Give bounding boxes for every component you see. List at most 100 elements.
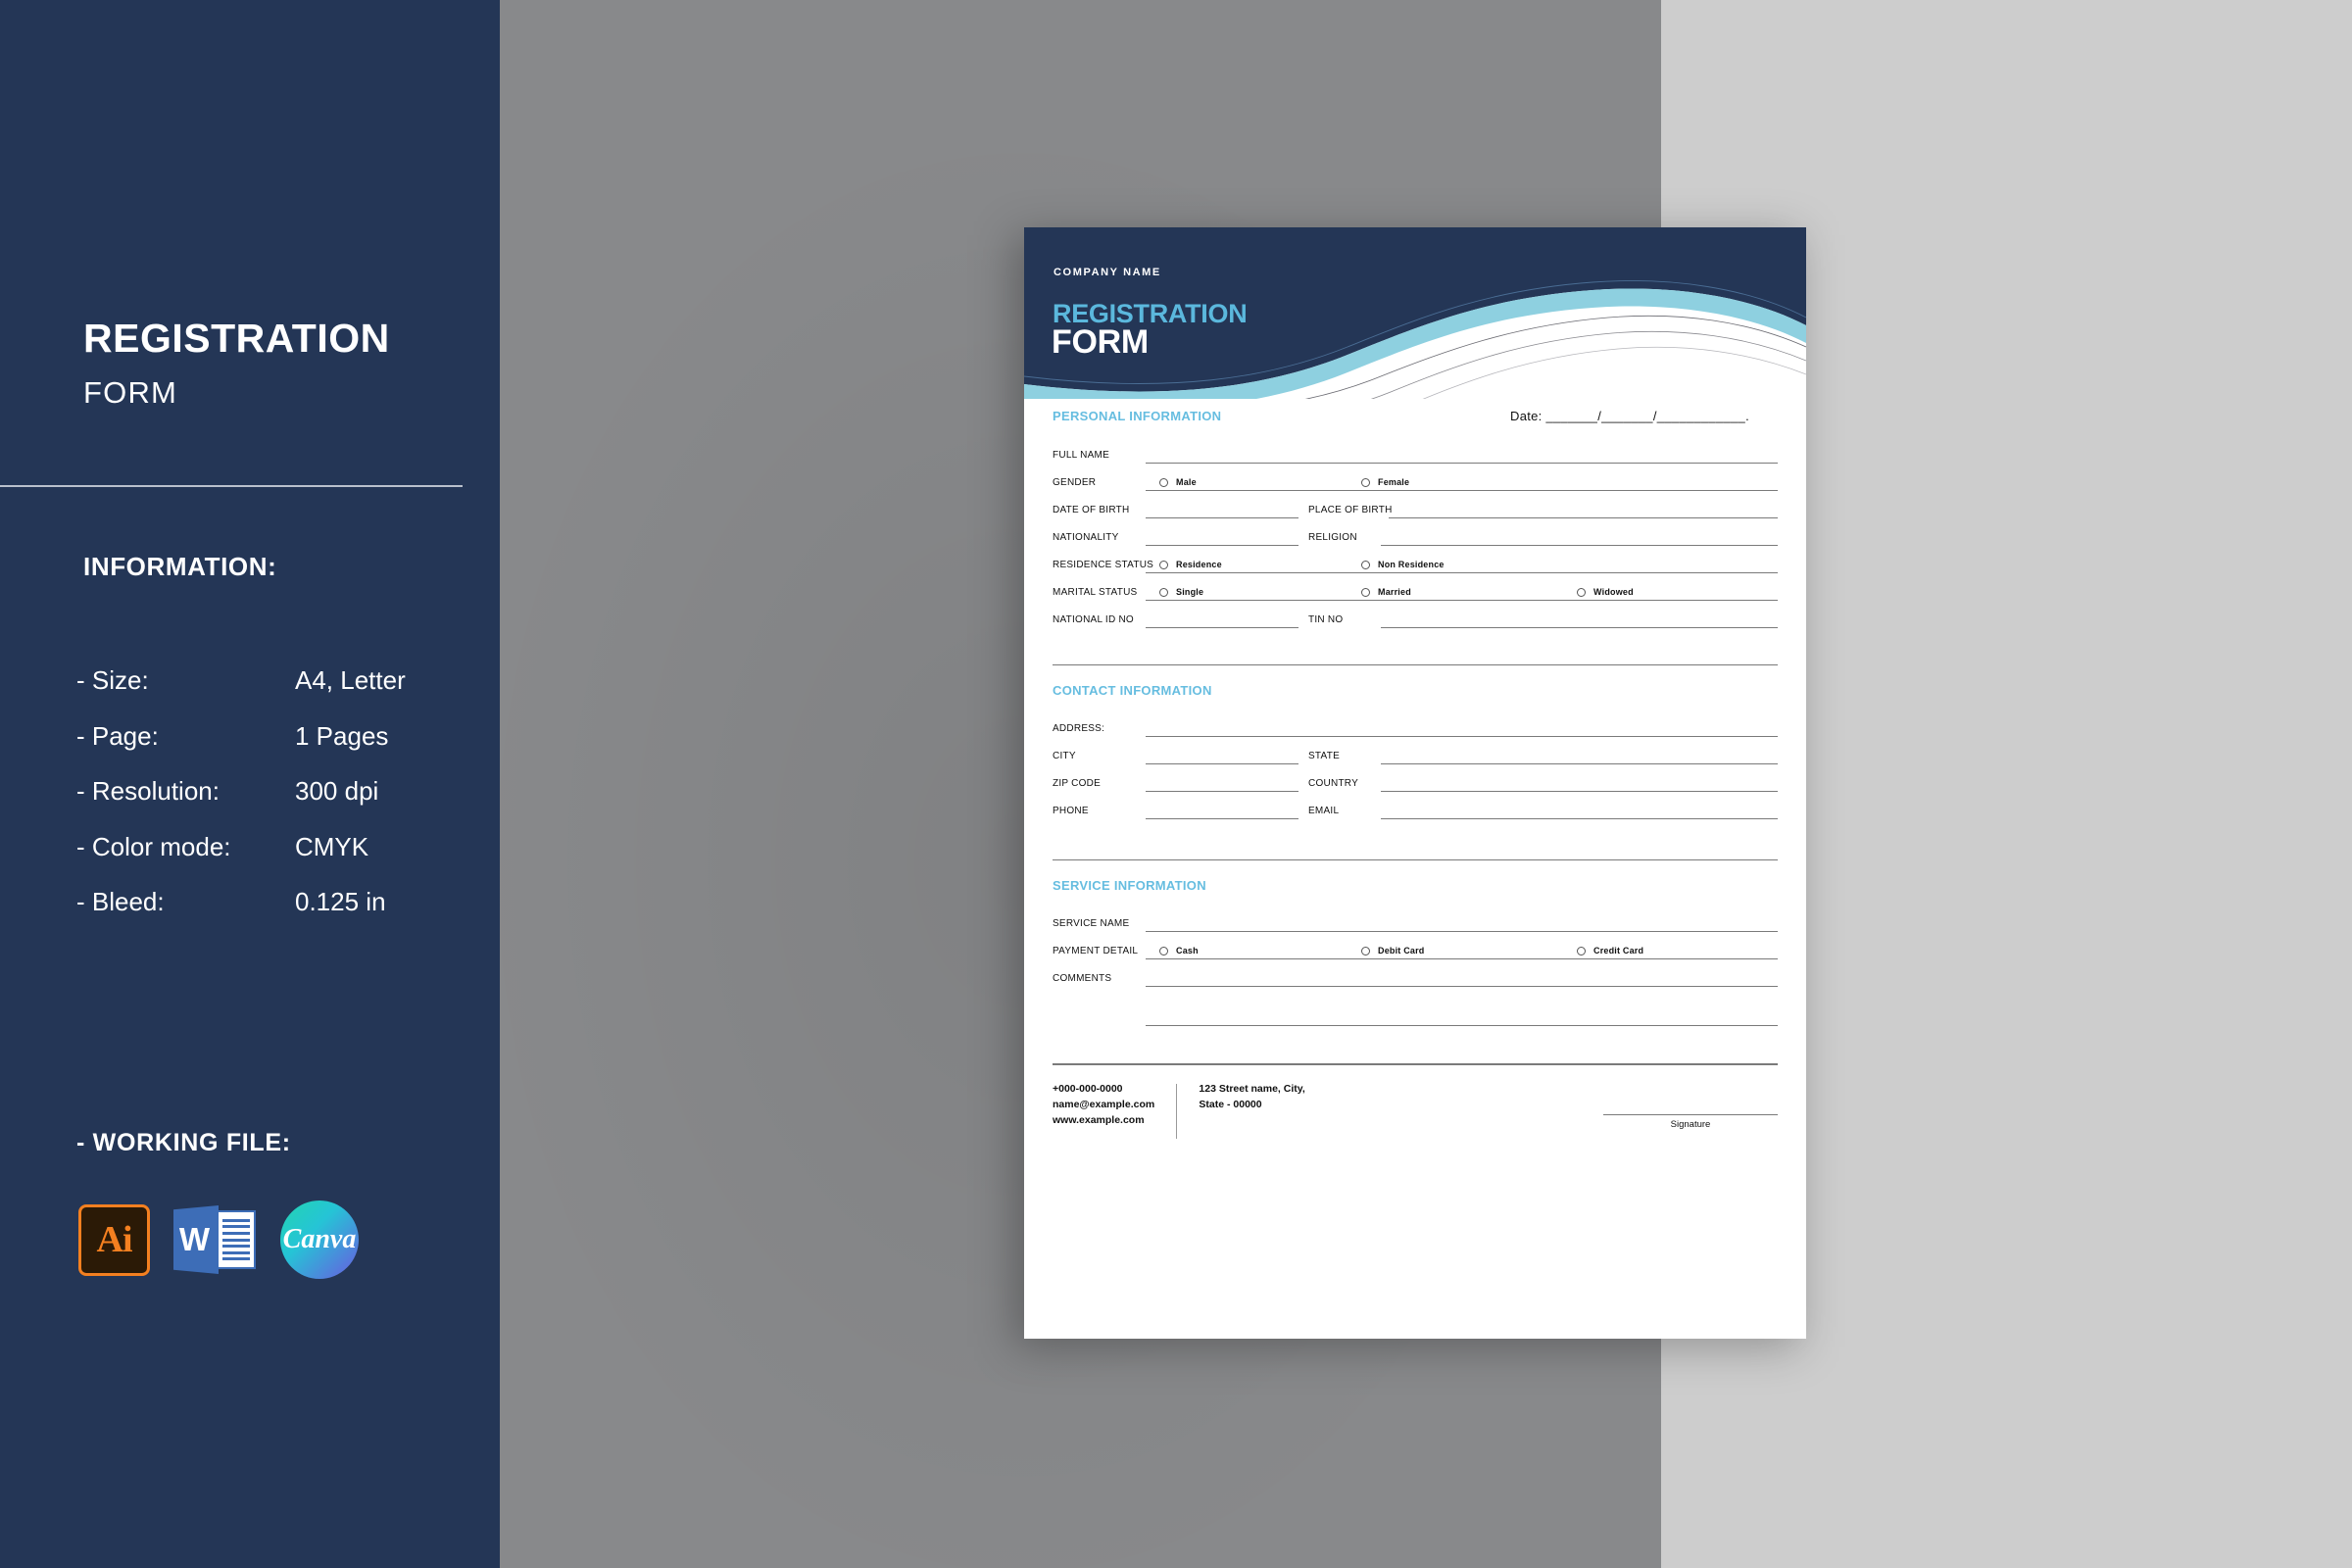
- footer-email: name@example.com: [1053, 1098, 1155, 1110]
- signature-line[interactable]: [1603, 1113, 1778, 1115]
- radio-icon[interactable]: [1577, 946, 1586, 956]
- working-file-icons: Ai W Canva: [78, 1200, 359, 1279]
- radio-icon[interactable]: [1159, 560, 1168, 569]
- payment-detail-row: PAYMENT DETAIL Cash Debit Card Credit Ca…: [1053, 934, 1778, 960]
- payment-detail-label: PAYMENT DETAIL: [1053, 946, 1139, 957]
- state-label: STATE: [1308, 751, 1340, 762]
- national-id-row: NATIONAL ID NO TIN NO: [1053, 603, 1778, 628]
- contact-information-heading: CONTACT INFORMATION: [1053, 683, 1212, 699]
- place-of-birth-label: PLACE OF BIRTH: [1308, 505, 1393, 515]
- country-input[interactable]: [1381, 776, 1778, 793]
- option-label: Married: [1378, 587, 1411, 597]
- contact-information-section: CONTACT INFORMATION ADDRESS: CITY STATE …: [1024, 665, 1806, 820]
- info-value: 300 dpi: [295, 776, 379, 806]
- residence-option-residence[interactable]: Residence: [1159, 560, 1222, 569]
- info-key: - Color mode:: [76, 831, 231, 861]
- info-sidebar: REGISTRATION FORM INFORMATION: - Size: A…: [0, 0, 500, 1568]
- comments-input-line-1[interactable]: [1146, 971, 1778, 988]
- residence-option-non-residence[interactable]: Non Residence: [1361, 560, 1445, 569]
- personal-information-section: PERSONAL INFORMATION Date: _______/_____…: [1024, 399, 1806, 628]
- gender-options: Male Female: [1146, 473, 1778, 491]
- info-value: 0.125 in: [295, 887, 386, 916]
- document-body: PERSONAL INFORMATION Date: _______/_____…: [1024, 399, 1806, 1139]
- sidebar-title: REGISTRATION: [83, 316, 390, 361]
- form-title-bottom: FORM: [1052, 323, 1149, 361]
- radio-icon[interactable]: [1361, 560, 1370, 569]
- option-label: Male: [1176, 477, 1197, 487]
- footer-website: www.example.com: [1053, 1114, 1145, 1127]
- radio-icon[interactable]: [1159, 477, 1168, 487]
- comments-row-2: [1053, 1001, 1778, 1027]
- nationality-input[interactable]: [1146, 530, 1298, 546]
- gender-option-female[interactable]: Female: [1361, 477, 1409, 487]
- company-name: COMPANY NAME: [1054, 267, 1161, 278]
- sidebar-info-list: - Size: A4, Letter - Page: 1 Pages - Res…: [76, 664, 468, 942]
- city-input[interactable]: [1146, 749, 1298, 765]
- radio-icon[interactable]: [1159, 946, 1168, 956]
- signature-block: Signature: [1603, 1081, 1778, 1130]
- state-input[interactable]: [1381, 749, 1778, 765]
- tin-input[interactable]: [1381, 612, 1778, 628]
- microsoft-word-icon: W: [173, 1201, 257, 1278]
- service-name-label: SERVICE NAME: [1053, 918, 1130, 930]
- option-label: Cash: [1176, 946, 1199, 956]
- email-label: EMAIL: [1308, 806, 1340, 817]
- option-label: Female: [1378, 477, 1410, 487]
- address-input[interactable]: [1146, 721, 1778, 738]
- info-value: A4, Letter: [295, 665, 406, 695]
- sidebar-information-heading: INFORMATION:: [83, 552, 277, 581]
- option-label: Widowed: [1593, 587, 1634, 597]
- residence-options: Residence Non Residence: [1146, 556, 1778, 573]
- list-item: - Size: A4, Letter: [76, 664, 468, 697]
- sidebar-divider: [0, 485, 463, 487]
- info-value: 1 Pages: [295, 720, 389, 751]
- phone-input[interactable]: [1146, 804, 1298, 820]
- marital-option-widowed[interactable]: Widowed: [1577, 587, 1634, 597]
- radio-icon[interactable]: [1361, 946, 1370, 956]
- address-label: ADDRESS:: [1053, 723, 1105, 735]
- list-item: - Resolution: 300 dpi: [76, 775, 468, 808]
- national-id-input[interactable]: [1146, 612, 1298, 628]
- comments-input-line-2[interactable]: [1146, 1010, 1778, 1027]
- religion-input[interactable]: [1381, 530, 1778, 546]
- gender-option-male[interactable]: Male: [1159, 477, 1197, 487]
- service-information-heading: SERVICE INFORMATION: [1053, 878, 1206, 894]
- phone-label: PHONE: [1053, 806, 1089, 817]
- full-name-input[interactable]: [1146, 448, 1778, 464]
- word-doc-lines: [217, 1210, 256, 1269]
- marital-options: Single Married Widowed: [1146, 583, 1778, 601]
- payment-option-debit-card[interactable]: Debit Card: [1361, 946, 1425, 956]
- adobe-illustrator-icon: Ai: [78, 1203, 150, 1276]
- radio-icon[interactable]: [1361, 587, 1370, 597]
- footer-address-line-2: State - 00000: [1199, 1098, 1262, 1110]
- zip-code-input[interactable]: [1146, 776, 1298, 793]
- footer-address-block: 123 Street name, City, State - 00000: [1199, 1081, 1304, 1113]
- date-of-birth-label: DATE OF BIRTH: [1053, 505, 1130, 515]
- email-input[interactable]: [1381, 804, 1778, 820]
- radio-icon[interactable]: [1361, 477, 1370, 487]
- radio-icon[interactable]: [1577, 587, 1586, 597]
- birth-row: DATE OF BIRTH PLACE OF BIRTH: [1053, 493, 1778, 518]
- marital-status-row: MARITAL STATUS Single Married Widowed: [1053, 575, 1778, 601]
- national-id-label: NATIONAL ID NO: [1053, 614, 1134, 625]
- radio-icon[interactable]: [1159, 587, 1168, 597]
- option-label: Non Residence: [1378, 560, 1445, 569]
- gender-row: GENDER Male Female: [1053, 466, 1778, 491]
- info-key: - Page:: [76, 720, 159, 751]
- service-name-input[interactable]: [1146, 916, 1778, 933]
- place-of-birth-input[interactable]: [1389, 503, 1778, 518]
- date-field[interactable]: Date: _______/_______/____________.: [1510, 409, 1749, 423]
- info-value: CMYK: [295, 831, 369, 861]
- residence-status-label: RESIDENCE STATUS: [1053, 560, 1154, 570]
- marital-option-single[interactable]: Single: [1159, 587, 1203, 597]
- working-file-heading: - WORKING FILE:: [76, 1129, 291, 1156]
- date-of-birth-input[interactable]: [1146, 503, 1298, 518]
- payment-option-cash[interactable]: Cash: [1159, 946, 1199, 956]
- comments-row: COMMENTS: [1053, 961, 1778, 988]
- full-name-label: FULL NAME: [1053, 450, 1110, 461]
- service-name-row: SERVICE NAME: [1053, 906, 1778, 933]
- marital-option-married[interactable]: Married: [1361, 587, 1411, 597]
- footer-phone: +000-000-0000: [1053, 1082, 1123, 1095]
- list-item: - Page: 1 Pages: [76, 720, 468, 753]
- payment-option-credit-card[interactable]: Credit Card: [1577, 946, 1643, 956]
